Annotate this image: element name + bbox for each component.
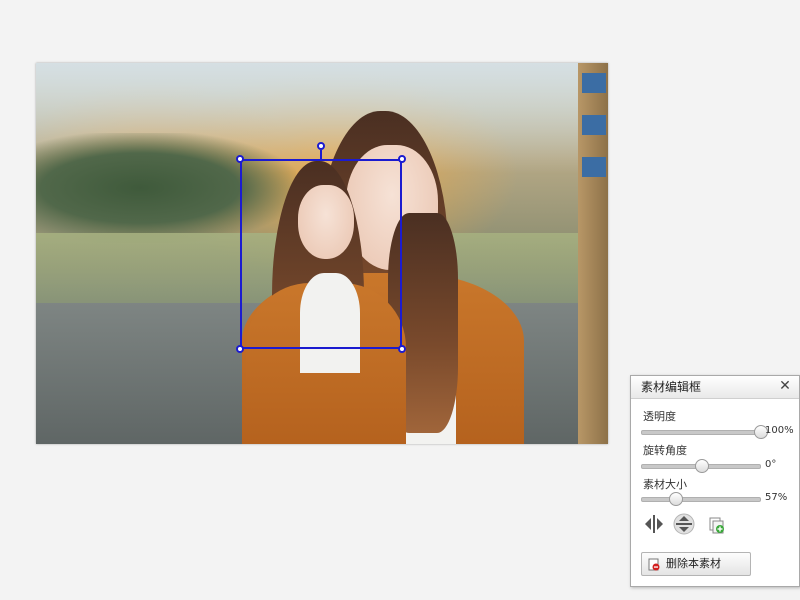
panel-title-bar[interactable]: 素材编辑框 ✕: [631, 376, 799, 399]
rotation-slider-thumb[interactable]: [695, 459, 709, 473]
delete-material-label: 删除本素材: [666, 557, 721, 570]
size-value: 57%: [765, 492, 788, 503]
resize-handle-top-right[interactable]: [398, 155, 406, 163]
rotation-value: 0°: [765, 459, 777, 470]
rotation-label: 旋转角度: [643, 444, 687, 457]
rotation-slider[interactable]: [641, 459, 761, 473]
background-sign: [582, 115, 606, 135]
resize-handle-top-left[interactable]: [236, 155, 244, 163]
size-slider-thumb[interactable]: [669, 492, 684, 506]
opacity-label: 透明度: [643, 410, 676, 423]
resize-handle-bottom-right[interactable]: [398, 345, 406, 353]
delete-material-button[interactable]: 删除本素材: [641, 552, 751, 576]
delete-icon: [648, 557, 660, 571]
size-slider[interactable]: [641, 492, 761, 506]
rotate-handle[interactable]: [317, 142, 325, 150]
resize-handle-bottom-left[interactable]: [236, 345, 244, 353]
close-icon[interactable]: ✕: [777, 378, 793, 394]
opacity-value: 100%: [765, 425, 794, 436]
background-sign: [582, 73, 606, 93]
copy-layer-icon[interactable]: [707, 515, 729, 537]
flip-vertical-icon[interactable]: [673, 513, 695, 535]
material-edit-panel: 素材编辑框 ✕ 透明度 100% 旋转角度 0° 素材大小 57% 删除本素材: [630, 375, 800, 587]
size-label: 素材大小: [643, 478, 687, 491]
background-sign: [582, 157, 606, 177]
material-selection-box[interactable]: [240, 159, 402, 349]
flip-horizontal-icon[interactable]: [643, 513, 665, 535]
panel-title: 素材编辑框: [641, 380, 702, 394]
opacity-slider[interactable]: [641, 425, 768, 439]
